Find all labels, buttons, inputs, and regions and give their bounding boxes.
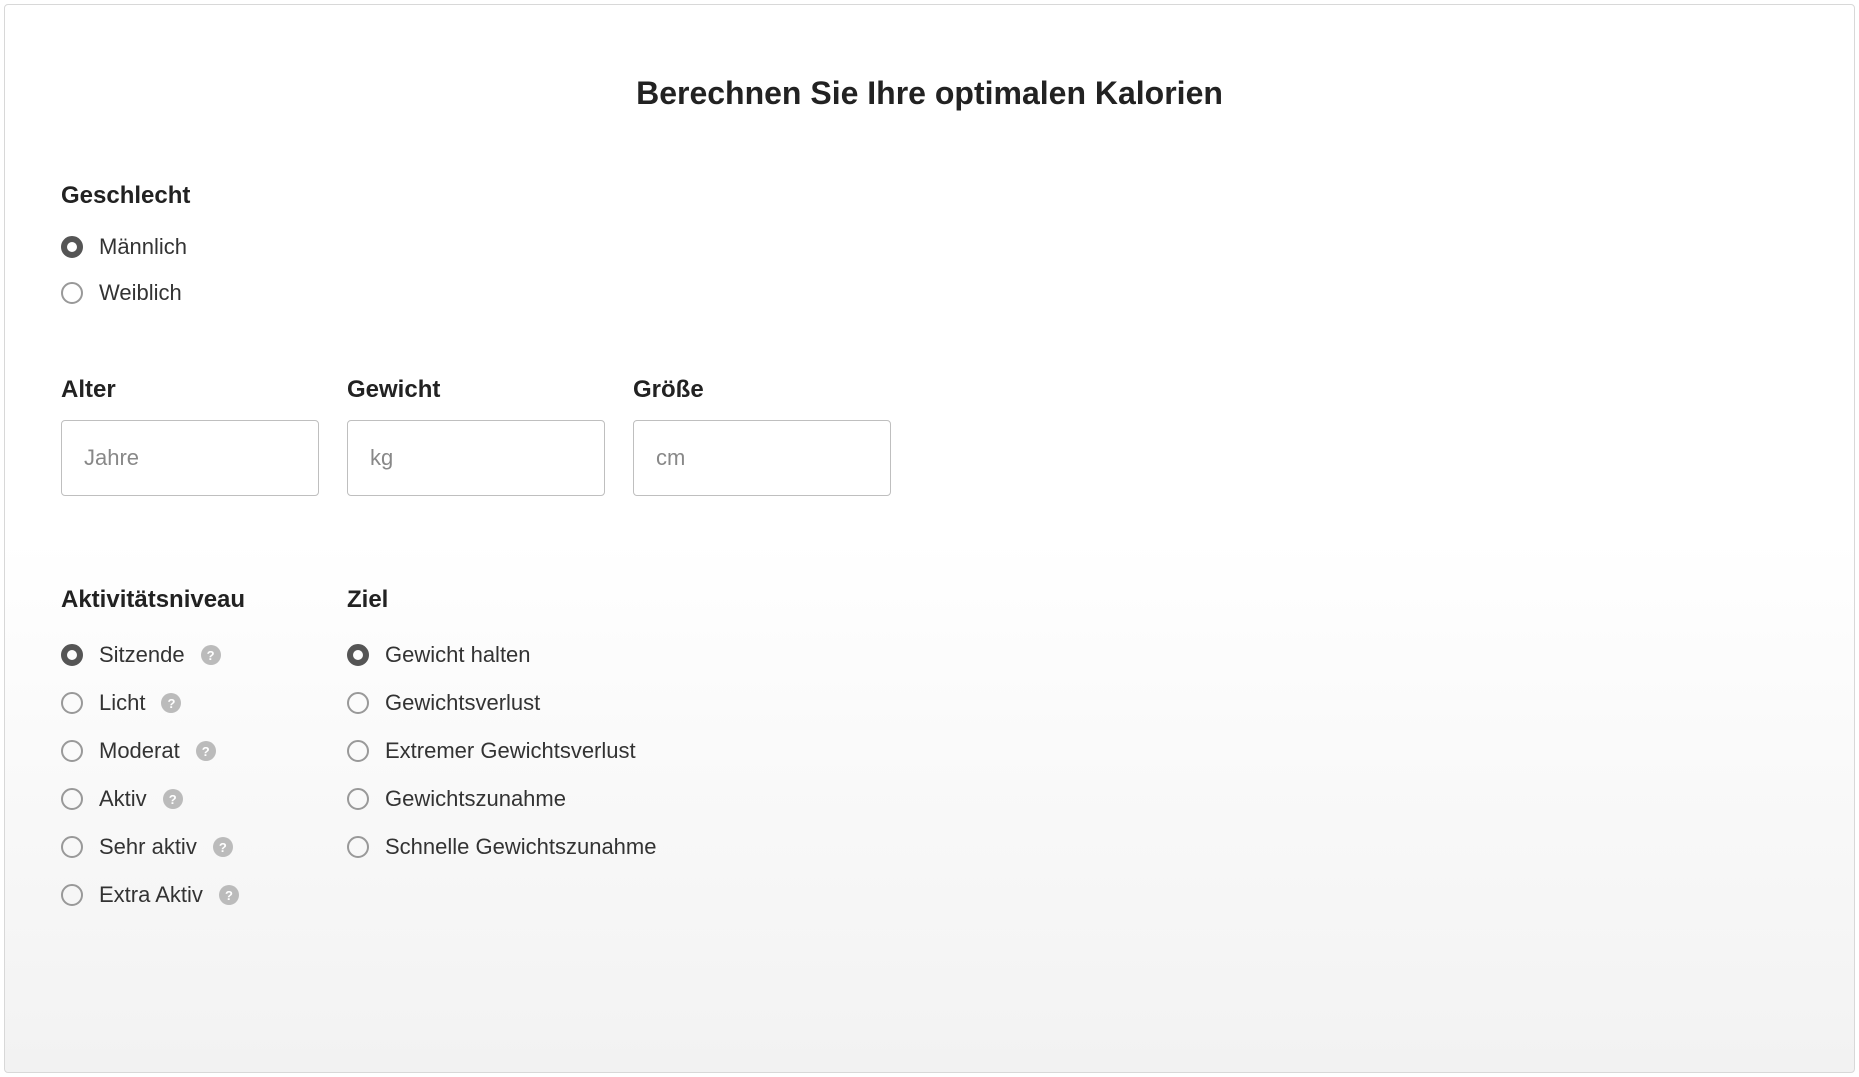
activity-radio-moderate[interactable]: Moderat ? (61, 738, 319, 764)
activity-radio-extra-active[interactable]: Extra Aktiv ? (61, 882, 319, 908)
radio-label-text: Aktiv (99, 786, 147, 812)
goal-radio-group: Gewicht halten Gewichtsverlust Extremer … (347, 642, 656, 860)
radio-label-text: Extremer Gewichtsverlust (385, 738, 636, 764)
help-icon[interactable]: ? (196, 741, 216, 761)
activity-radio-group: Sitzende ? Licht ? Moderat ? Aktiv ? (61, 642, 319, 908)
radio-label-text: Gewichtszunahme (385, 786, 566, 812)
radio-icon (347, 692, 369, 714)
height-label: Größe (633, 376, 891, 404)
weight-block: Gewicht (347, 376, 605, 496)
radio-label-text: Gewicht halten (385, 642, 531, 668)
height-input[interactable] (633, 420, 891, 496)
calorie-calculator-panel: Berechnen Sie Ihre optimalen Kalorien Ge… (4, 4, 1855, 1073)
radio-icon (347, 836, 369, 858)
radio-label-text: Licht (99, 690, 145, 716)
radio-icon (61, 884, 83, 906)
radio-icon (61, 644, 83, 666)
gender-radio-female[interactable]: Weiblich (61, 280, 1798, 306)
radio-label-text: Weiblich (99, 280, 182, 306)
radio-icon (347, 644, 369, 666)
help-icon[interactable]: ? (163, 789, 183, 809)
radio-icon (61, 740, 83, 762)
activity-radio-light[interactable]: Licht ? (61, 690, 319, 716)
goal-radio-fast-gain[interactable]: Schnelle Gewichtszunahme (347, 834, 656, 860)
activity-goal-row: Aktivitätsniveau Sitzende ? Licht ? Mode… (61, 586, 1798, 908)
radio-icon (61, 236, 83, 258)
weight-input[interactable] (347, 420, 605, 496)
radio-icon (347, 740, 369, 762)
height-block: Größe (633, 376, 891, 496)
goal-radio-extreme-loss[interactable]: Extremer Gewichtsverlust (347, 738, 656, 764)
gender-radio-group: Männlich Weiblich (61, 234, 1798, 306)
activity-radio-active[interactable]: Aktiv ? (61, 786, 319, 812)
activity-radio-very-active[interactable]: Sehr aktiv ? (61, 834, 319, 860)
gender-label: Geschlecht (61, 182, 1798, 210)
numeric-inputs-row: Alter Gewicht Größe (61, 376, 1798, 496)
goal-radio-gain[interactable]: Gewichtszunahme (347, 786, 656, 812)
help-icon[interactable]: ? (201, 645, 221, 665)
weight-label: Gewicht (347, 376, 605, 404)
help-icon[interactable]: ? (161, 693, 181, 713)
radio-label-text: Sitzende (99, 642, 185, 668)
radio-icon (61, 692, 83, 714)
radio-icon (61, 788, 83, 810)
radio-label-text: Moderat (99, 738, 180, 764)
age-input[interactable] (61, 420, 319, 496)
goal-radio-maintain[interactable]: Gewicht halten (347, 642, 656, 668)
radio-icon (61, 282, 83, 304)
radio-icon (61, 836, 83, 858)
goal-label: Ziel (347, 586, 656, 614)
age-block: Alter (61, 376, 319, 496)
activity-radio-sedentary[interactable]: Sitzende ? (61, 642, 319, 668)
radio-label-text: Männlich (99, 234, 187, 260)
goal-section: Ziel Gewicht halten Gewichtsverlust Extr… (347, 586, 656, 908)
gender-section: Geschlecht Männlich Weiblich (61, 182, 1798, 306)
radio-label-text: Sehr aktiv (99, 834, 197, 860)
radio-label-text: Extra Aktiv (99, 882, 203, 908)
gender-radio-male[interactable]: Männlich (61, 234, 1798, 260)
activity-label: Aktivitätsniveau (61, 586, 319, 614)
goal-radio-loss[interactable]: Gewichtsverlust (347, 690, 656, 716)
age-label: Alter (61, 376, 319, 404)
activity-section: Aktivitätsniveau Sitzende ? Licht ? Mode… (61, 586, 319, 908)
radio-icon (347, 788, 369, 810)
radio-label-text: Gewichtsverlust (385, 690, 540, 716)
help-icon[interactable]: ? (213, 837, 233, 857)
page-title: Berechnen Sie Ihre optimalen Kalorien (61, 75, 1798, 112)
radio-label-text: Schnelle Gewichtszunahme (385, 834, 656, 860)
help-icon[interactable]: ? (219, 885, 239, 905)
